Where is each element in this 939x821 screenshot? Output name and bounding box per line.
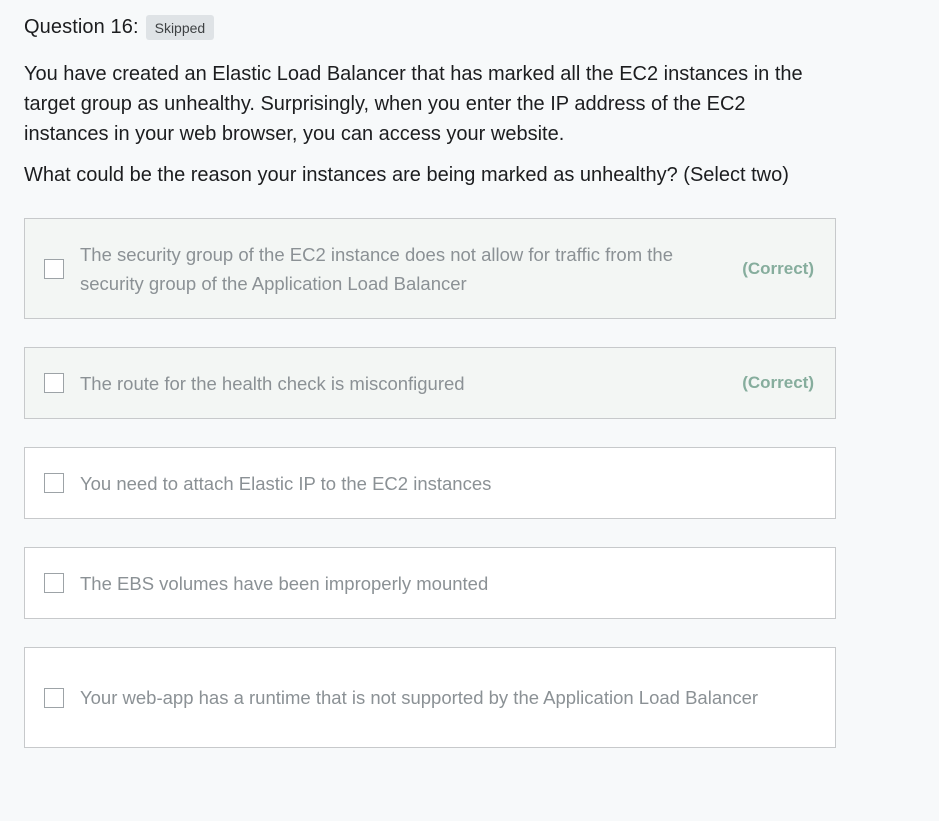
answer-text: The EBS volumes have been improperly mou…	[80, 572, 489, 594]
answer-option-5[interactable]: Your web-app has a runtime that is not s…	[24, 647, 836, 748]
checkbox-unchecked-icon[interactable]	[44, 473, 64, 493]
answer-list: The security group of the EC2 instance d…	[24, 218, 836, 748]
answer-option-4[interactable]: The EBS volumes have been improperly mou…	[24, 547, 836, 619]
answer-text: Your web-app has a runtime that is not s…	[80, 687, 759, 708]
answer-text: The route for the health check is miscon…	[80, 372, 465, 394]
checkbox-unchecked-icon[interactable]	[44, 687, 64, 708]
answer-option-3[interactable]: You need to attach Elastic IP to the EC2…	[24, 447, 836, 519]
answer-option-2[interactable]: The route for the health check is miscon…	[24, 347, 836, 419]
checkbox-unchecked-icon[interactable]	[44, 573, 64, 593]
answer-text: The security group of the EC2 instance d…	[80, 243, 673, 294]
status-badge: Skipped	[145, 14, 215, 40]
question-prompt: You have created an Elastic Load Balance…	[24, 59, 832, 190]
question-instruction: What could be the reason your instances …	[24, 164, 789, 186]
question-header: Question 16: Skipped	[24, 13, 836, 41]
correct-tag: (Correct)	[742, 258, 814, 278]
question-number: Question 16:	[24, 15, 139, 38]
answer-option-1[interactable]: The security group of the EC2 instance d…	[24, 218, 836, 319]
correct-tag: (Correct)	[742, 373, 814, 392]
checkbox-unchecked-icon[interactable]	[44, 258, 64, 279]
checkbox-unchecked-icon[interactable]	[44, 373, 64, 393]
question-panel: Question 16: Skipped You have created an…	[24, 13, 836, 776]
answer-text: You need to attach Elastic IP to the EC2…	[80, 472, 492, 494]
question-text: You have created an Elastic Load Balance…	[24, 63, 803, 145]
